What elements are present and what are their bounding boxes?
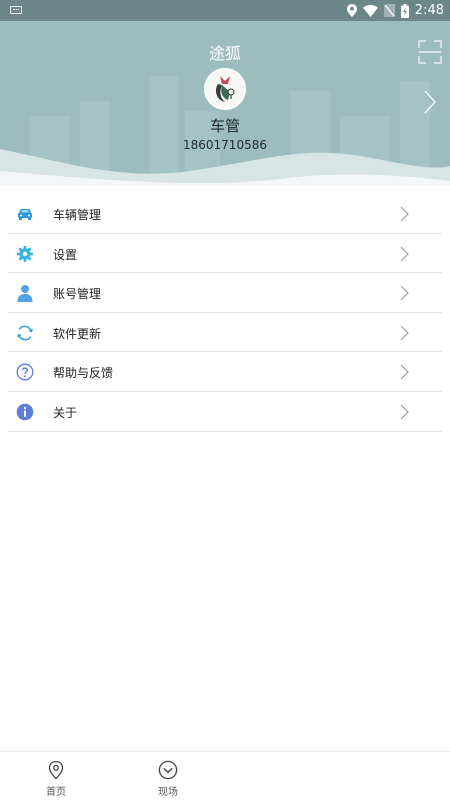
keyboard-icon [10,6,22,14]
car-icon [18,209,32,220]
menu-item-about[interactable]: 关于 [8,392,442,432]
status-icons: 2:48 [346,0,444,21]
chevron-circle-icon [158,760,178,780]
menu-item-label: 账号管理 [53,287,102,302]
chevron-right-icon [400,285,409,301]
chevron-right-icon [400,404,409,420]
wifi-icon [362,4,378,17]
menu-item-label: 车辆管理 [53,208,102,222]
chevron-right-icon [400,325,409,341]
user-icon [17,285,33,303]
status-time: 2:48 [414,3,444,18]
menu-item-label: 设置 [53,247,78,262]
menu-item-settings[interactable]: 设置 [8,234,442,274]
profile-header: 途狐 车管 18601710586 [0,21,450,186]
chevron-right-icon[interactable] [423,89,437,115]
menu-item-label: 帮助与反馈 [53,366,114,381]
nav-tab-home[interactable]: 首页 [26,752,86,800]
menu-item-account-management[interactable]: 账号管理 [8,273,442,313]
menu-item-label: 软件更新 [53,326,102,341]
help-icon [16,363,34,381]
avatar[interactable] [204,68,246,110]
gear-icon [17,245,33,262]
battery-icon [400,3,409,18]
nav-tab-label: 现场 [158,787,178,798]
chevron-right-icon [400,364,409,380]
user-phone: 18601710586 [183,138,267,152]
app-title: 途狐 [208,44,241,63]
bottom-navigation: 首页 现场 [0,751,450,800]
info-icon [16,403,34,421]
location-icon [346,4,357,17]
menu-item-label: 关于 [53,405,78,420]
chevron-right-icon [400,246,409,261]
menu-item-vehicle-management[interactable]: 车辆管理 [8,194,442,234]
logo-icon [206,70,244,108]
menu-item-software-update[interactable]: 软件更新 [8,313,442,353]
user-name: 车管 [209,117,240,135]
chevron-right-icon [400,206,409,222]
refresh-icon [17,325,33,341]
settings-menu: 车辆管理 设置 账号管理 软件更新 帮助与反馈 关于 [8,194,442,432]
scan-icon[interactable] [418,40,442,64]
nav-tab-scene[interactable]: 现场 [138,752,198,800]
location-pin-icon [48,760,64,780]
nav-tab-label: 首页 [46,787,66,798]
menu-item-help-feedback[interactable]: 帮助与反馈 [8,352,442,392]
status-bar: 2:48 [0,0,450,21]
no-sim-icon [383,4,395,17]
